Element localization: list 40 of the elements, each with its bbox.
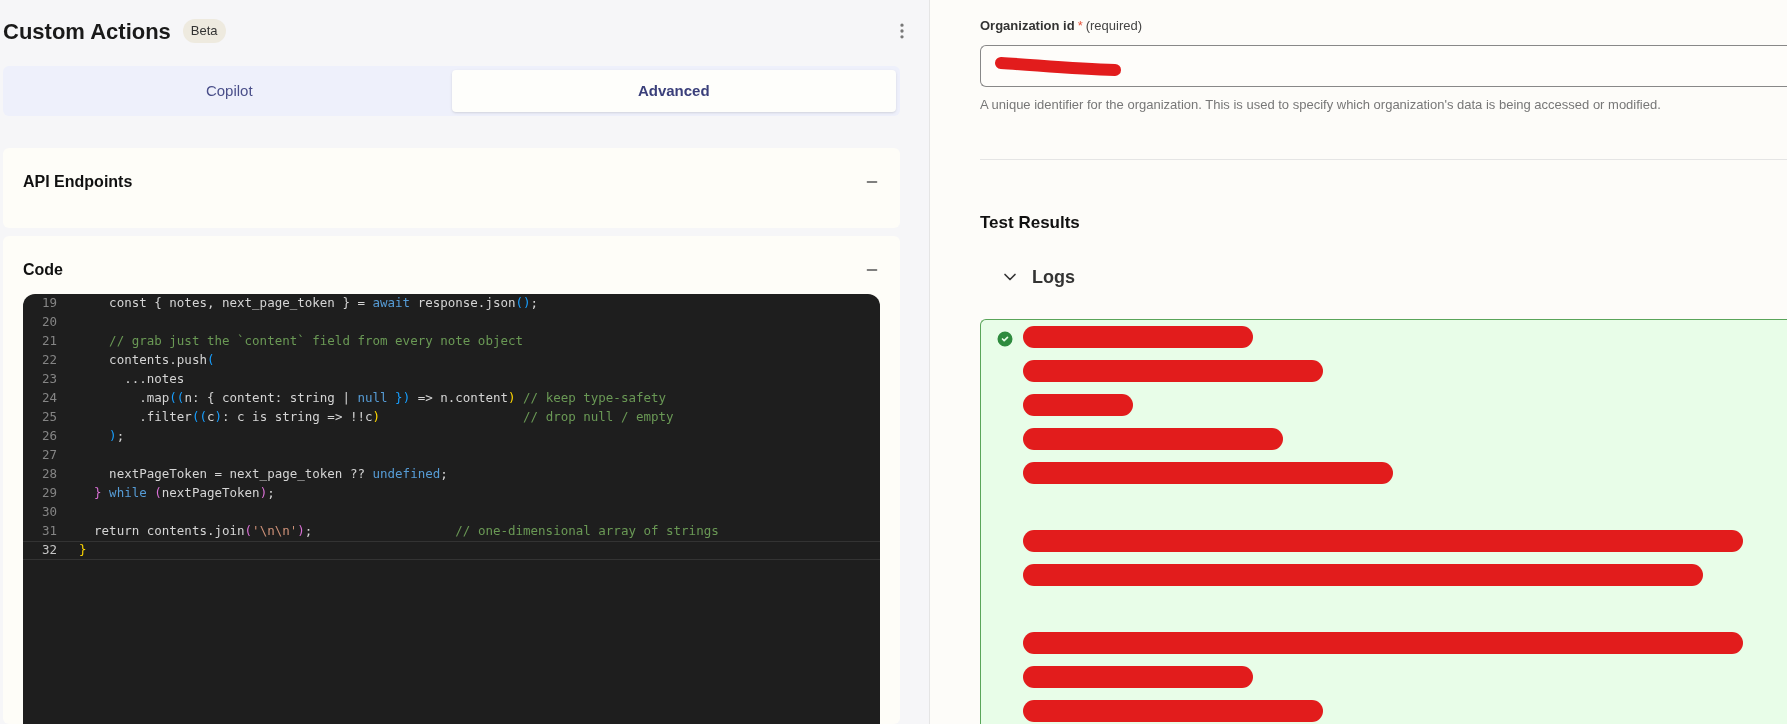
code-line: const { notes, next_page_token } = await response.json();: [108, 294, 539, 313]
organization-id-field[interactable]: [980, 44, 1787, 87]
required-note: (required): [1085, 17, 1143, 35]
section-title: Test Results: [980, 213, 1080, 232]
code-editor[interactable]: [23, 294, 880, 724]
line-number: 21: [40, 332, 58, 351]
tab[interactable]: Copilot: [7, 70, 452, 112]
code-line: nextPageToken = next_page_token ?? undefined;: [108, 465, 448, 484]
code-line: );: [108, 427, 125, 446]
line-number: 29: [40, 484, 58, 503]
line-number: 31: [40, 522, 58, 541]
field-help-text: A unique identifier for the organization. This is used to specify which organization's data is being accessed or modified.: [980, 95, 1662, 114]
code-line: ...notes: [123, 370, 185, 389]
tab[interactable]: Advanced: [451, 70, 896, 112]
line-number: 20: [40, 313, 58, 332]
line-number: 26: [40, 427, 58, 446]
section-title: API Endpoints: [23, 172, 133, 192]
code-line: .map((n: { content: string | null }) => n.content) // keep type-safety: [138, 389, 667, 408]
success-check-icon: [995, 328, 1015, 349]
line-number: 30: [40, 503, 58, 522]
beta-badge: Beta: [182, 19, 226, 43]
line-number: 23: [40, 370, 58, 389]
line-number: 28: [40, 465, 58, 484]
field-label: Organization id: [980, 17, 1075, 35]
line-number: 25: [40, 408, 58, 427]
line-number: 24: [40, 389, 58, 408]
line-number: 22: [40, 351, 58, 370]
line-number: 19: [40, 294, 58, 313]
required-mark: *: [1077, 17, 1083, 35]
code-line: }: [78, 541, 87, 560]
line-number: 32: [40, 541, 58, 560]
logs-toggle[interactable]: Logs: [1032, 263, 1075, 291]
code-line: return contents.join('\n\n'); // one-dimensional array of strings: [93, 522, 719, 541]
line-number: 27: [40, 446, 58, 465]
code-line: .filter((c): c is string => !!c) // drop null / empty: [138, 408, 674, 427]
code-line: contents.push(: [108, 351, 215, 370]
page-title: Custom Actions: [3, 17, 171, 46]
code-line: // grab just the `content` field from every note object: [108, 332, 523, 351]
section-title: Code: [23, 260, 63, 280]
code-line: } while (nextPageToken);: [93, 484, 275, 503]
